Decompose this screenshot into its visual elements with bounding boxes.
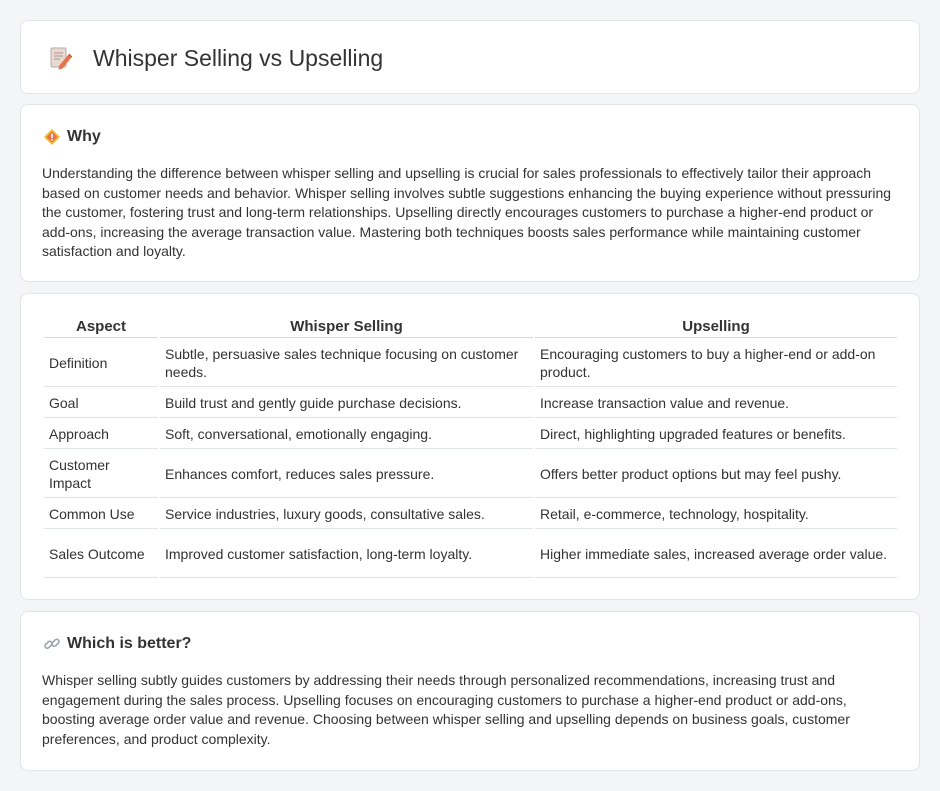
aspect-cell: Common Use [44, 500, 158, 529]
table-row: Customer Impact Enhances comfort, reduce… [44, 451, 897, 498]
aspect-cell: Sales Outcome [44, 531, 158, 578]
which-is-better-section: Which is better? Whisper selling subtly … [20, 611, 920, 771]
upselling-cell: Offers better product options but may fe… [535, 451, 897, 498]
why-title: Why [67, 128, 101, 145]
upselling-cell: Retail, e-commerce, technology, hospital… [535, 500, 897, 529]
header-upselling: Upselling [535, 317, 897, 338]
whisper-cell: Improved customer satisfaction, long-ter… [160, 531, 533, 578]
table-row: Common Use Service industries, luxury go… [44, 500, 897, 529]
aspect-cell: Goal [44, 389, 158, 418]
table-row: Approach Soft, conversational, emotional… [44, 420, 897, 449]
upselling-cell: Direct, highlighting upgraded features o… [535, 420, 897, 449]
table-row: Sales Outcome Improved customer satisfac… [44, 531, 897, 578]
why-section: Why Understanding the difference between… [20, 104, 920, 282]
page-title: Whisper Selling vs Upselling [93, 45, 384, 71]
upselling-cell: Encouraging customers to buy a higher-en… [535, 340, 897, 387]
upselling-cell: Increase transaction value and revenue. [535, 389, 897, 418]
whisper-cell: Subtle, persuasive sales technique focus… [160, 340, 533, 387]
aspect-cell: Customer Impact [44, 451, 158, 498]
diamond-warning-icon [44, 129, 60, 145]
title-card: Whisper Selling vs Upselling [20, 20, 920, 94]
comparison-section: Aspect Whisper Selling Upselling Definit… [20, 293, 920, 600]
title-row: Whisper Selling vs Upselling [46, 44, 383, 72]
whisper-cell: Enhances comfort, reduces sales pressure… [160, 451, 533, 498]
why-heading: Why [43, 127, 101, 147]
link-icon [44, 638, 60, 650]
better-title: Which is better? [67, 635, 192, 652]
better-heading: Which is better? [43, 634, 191, 654]
aspect-cell: Approach [44, 420, 158, 449]
whisper-cell: Build trust and gently guide purchase de… [160, 389, 533, 418]
upselling-cell: Higher immediate sales, increased averag… [535, 531, 897, 578]
aspect-cell: Definition [44, 340, 158, 387]
why-body: Understanding the difference between whi… [42, 165, 892, 259]
table-header-row: Aspect Whisper Selling Upselling [44, 317, 897, 338]
whisper-cell: Soft, conversational, emotionally engagi… [160, 420, 533, 449]
table-row: Goal Build trust and gently guide purcha… [44, 389, 897, 418]
document-pencil-icon [50, 47, 73, 70]
header-aspect: Aspect [44, 317, 158, 338]
better-body: Whisper selling subtly guides customers … [42, 672, 850, 747]
header-whisper-selling: Whisper Selling [160, 317, 533, 338]
table-row: Definition Subtle, persuasive sales tech… [44, 340, 897, 387]
whisper-cell: Service industries, luxury goods, consul… [160, 500, 533, 529]
comparison-table: Aspect Whisper Selling Upselling Definit… [42, 315, 899, 580]
